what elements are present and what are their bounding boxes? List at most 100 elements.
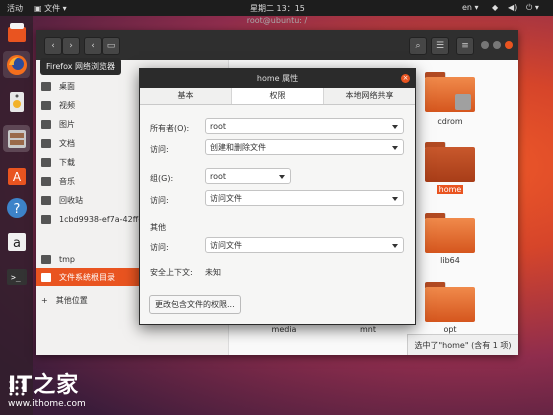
owner-value: root <box>210 122 227 131</box>
folder-icon[interactable] <box>425 282 475 322</box>
music-icon <box>41 176 51 186</box>
change-permissions-button[interactable]: 更改包含文件的权限... <box>149 295 241 314</box>
owner-label: 所有者(O): <box>150 124 190 133</box>
lock-icon <box>455 94 471 110</box>
launcher-rhythmbox[interactable] <box>3 88 30 115</box>
files-menu-label: 文件 <box>44 4 61 13</box>
launcher-firefox[interactable] <box>3 51 30 78</box>
group-access-value: 访问文件 <box>210 194 242 203</box>
sidebar-label: 下载 <box>59 157 75 167</box>
launcher-software-center[interactable] <box>3 18 30 45</box>
folder-icon[interactable] <box>425 142 475 182</box>
chevron-down-icon <box>392 146 398 150</box>
svg-text:?: ? <box>13 202 20 217</box>
trash-icon <box>41 195 51 205</box>
drive-icon <box>41 214 51 224</box>
watermark: IT之家 www.ithome.com <box>8 367 86 409</box>
chevron-down-icon <box>392 244 398 248</box>
search-icon[interactable]: ⌕ <box>409 37 427 55</box>
path-prev-button[interactable]: ‹ <box>84 37 102 55</box>
minimize-button[interactable] <box>481 41 489 49</box>
folder-icon[interactable] <box>425 213 475 253</box>
sidebar-label: tmp <box>59 254 76 264</box>
activities-button[interactable]: 活动 <box>7 3 23 14</box>
maximize-button[interactable] <box>493 41 501 49</box>
dialog-tabs: 基本 权限 本地网络共享 <box>140 88 415 105</box>
chevron-down-icon <box>392 197 398 201</box>
launcher-amazon[interactable]: a <box>3 228 30 255</box>
file-cabinet-icon <box>7 129 26 148</box>
launcher-terminal[interactable]: >_ <box>3 263 30 290</box>
other-access-label: 访问: <box>150 243 169 252</box>
owner-access-value: 创建和删除文件 <box>210 143 266 152</box>
tab-permissions[interactable]: 权限 <box>232 88 324 104</box>
sidebar-label: 文档 <box>59 138 75 148</box>
help-icon: ? <box>6 197 27 218</box>
firefox-icon <box>6 54 27 75</box>
folder-icon: ▣ <box>34 4 45 13</box>
sidebar-label: 音乐 <box>59 176 75 186</box>
launcher-files[interactable] <box>3 125 30 152</box>
volume-icon[interactable]: ◀) <box>508 3 517 12</box>
shopping-bag-icon <box>7 22 26 42</box>
tab-basic[interactable]: 基本 <box>140 88 232 104</box>
sidebar-label: 回收站 <box>59 195 83 205</box>
folder-icon[interactable] <box>425 72 475 112</box>
group-access-select[interactable]: 访问文件 <box>205 190 404 206</box>
group-label: 组(G): <box>150 174 174 183</box>
other-access-select[interactable]: 访问文件 <box>205 237 404 253</box>
group-access-label: 访问: <box>150 196 169 205</box>
status-bar: 选中了"home" (含有 1 项) <box>407 334 518 355</box>
network-icon[interactable]: ◆ <box>492 3 498 12</box>
view-toggle-button[interactable]: ☰ <box>431 37 449 55</box>
watermark-url: www.ithome.com <box>8 399 86 409</box>
security-context-value: 未知 <box>205 268 221 277</box>
folder-label: cdrom <box>437 117 463 126</box>
chevron-down-icon <box>279 175 285 179</box>
svg-text:>_: >_ <box>11 273 21 282</box>
close-icon[interactable]: × <box>401 74 410 83</box>
other-label: 其他 <box>150 223 166 232</box>
files-app-menu[interactable]: ▣ 文件 ▾ <box>34 3 67 14</box>
owner-access-label: 访问: <box>150 145 169 154</box>
path-root-button[interactable]: ▭ <box>102 37 120 55</box>
group-value: root <box>210 172 227 181</box>
launcher-tooltip: Firefox 网络浏览器 <box>40 58 122 75</box>
chevron-down-icon <box>392 125 398 129</box>
sidebar-label: 图片 <box>59 119 75 129</box>
files-headerbar: ‹ › ‹ ▭ ⌕ ☰ ≡ <box>36 30 518 60</box>
folder-label: lib64 <box>440 256 460 265</box>
drive-icon <box>41 272 51 282</box>
launcher-dock: A ? a >_ <box>0 16 33 415</box>
tab-local-network-share[interactable]: 本地网络共享 <box>324 88 415 104</box>
properties-dialog: home 属性 × 基本 权限 本地网络共享 所有者(O): root 访问: … <box>139 68 416 325</box>
forward-button[interactable]: › <box>62 37 80 55</box>
language-indicator[interactable]: en ▾ <box>462 3 479 12</box>
owner-access-select[interactable]: 创建和删除文件 <box>205 139 404 155</box>
download-icon <box>41 157 51 167</box>
launcher-app-store[interactable]: A <box>3 161 30 188</box>
sidebar-label: 桌面 <box>59 81 75 91</box>
desktop-icon <box>41 81 51 91</box>
sidebar-label: 视频 <box>59 100 75 110</box>
plus-icon: + <box>41 295 48 305</box>
menu-button[interactable]: ≡ <box>456 37 474 55</box>
dialog-title: home 属性 <box>140 69 415 88</box>
sidebar-label: 其他位置 <box>55 295 88 305</box>
top-bar: 活动 ▣ 文件 ▾ 星期二 13：15 en ▾ ◆ ◀) ⏻ ▾ <box>0 0 553 16</box>
power-icon[interactable]: ⏻ ▾ <box>526 3 539 13</box>
svg-text:a: a <box>13 236 21 251</box>
picture-icon <box>41 119 51 129</box>
owner-select[interactable]: root <box>205 118 404 134</box>
close-button[interactable] <box>505 41 513 49</box>
clock[interactable]: 星期二 13：15 <box>250 3 305 14</box>
language-label: en <box>462 3 472 12</box>
security-context-label: 安全上下文: <box>150 268 193 277</box>
video-icon <box>41 100 51 110</box>
app-store-icon: A <box>7 167 26 185</box>
launcher-help[interactable]: ? <box>3 194 30 221</box>
group-select[interactable]: root <box>205 168 291 184</box>
back-button[interactable]: ‹ <box>44 37 62 55</box>
drive-icon <box>41 254 51 264</box>
folder-label: mnt <box>360 325 376 334</box>
